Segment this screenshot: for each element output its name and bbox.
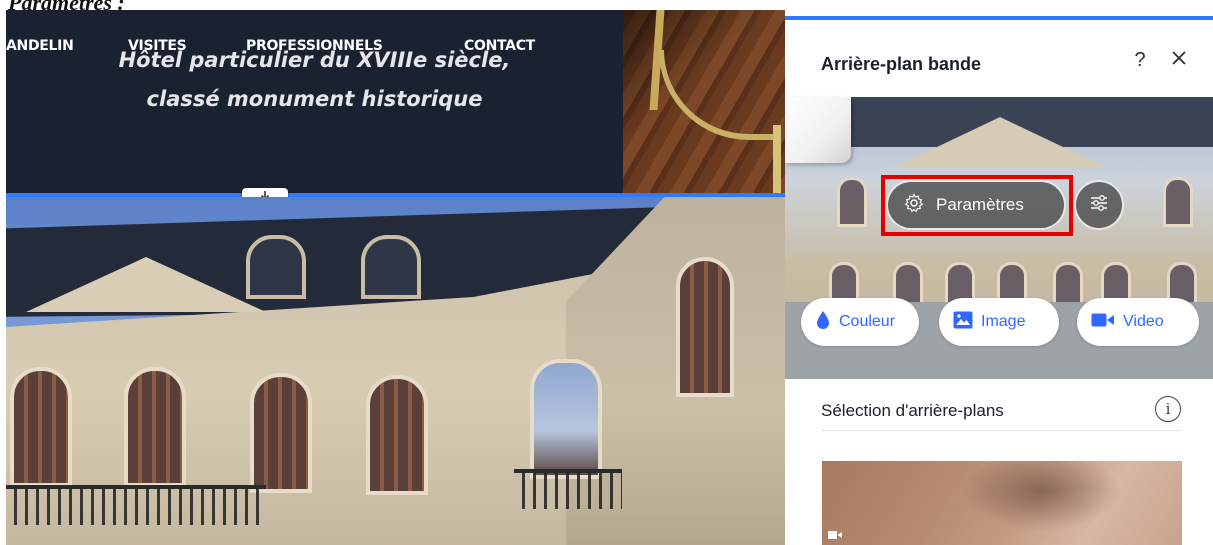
interior-photo xyxy=(623,10,785,195)
preview-window xyxy=(837,177,867,227)
color-option-button[interactable]: Couleur xyxy=(801,298,919,346)
settings-button-label: Paramètres xyxy=(936,195,1024,214)
drop-icon xyxy=(815,310,831,335)
window xyxy=(366,375,428,495)
balcony-railing xyxy=(6,485,266,525)
dormer-window xyxy=(361,235,421,299)
strip-background-panel: Arrière-plan bande ? Paramètres Couleur … xyxy=(785,16,1213,545)
building-photo[interactable] xyxy=(6,197,785,545)
adjust-button[interactable] xyxy=(1074,180,1124,230)
hero-title-line-1: Hôtel particulier du XVIIIe siècle, xyxy=(118,48,511,72)
backgrounds-section-title: Sélection d'arrière-plans xyxy=(821,401,1004,420)
panel-header: Arrière-plan bande ? xyxy=(785,20,1213,96)
window xyxy=(10,367,72,487)
window xyxy=(676,257,734,397)
video-option-button[interactable]: Video xyxy=(1077,298,1199,346)
info-icon[interactable]: i xyxy=(1155,396,1181,422)
settings-button[interactable]: Paramètres xyxy=(886,180,1066,230)
window xyxy=(124,367,186,487)
image-option-button[interactable]: Image xyxy=(939,298,1059,346)
section-divider xyxy=(821,430,1181,431)
dormer-window xyxy=(246,235,306,299)
close-icon xyxy=(1171,50,1187,71)
help-button[interactable]: ? xyxy=(1127,46,1153,74)
velvet-rope xyxy=(659,50,779,140)
brass-stanchion xyxy=(773,125,781,195)
image-icon xyxy=(953,311,973,334)
video-badge-icon xyxy=(828,527,842,545)
gear-icon xyxy=(904,192,924,218)
video-option-label: Video xyxy=(1123,313,1164,330)
balcony-railing xyxy=(514,469,622,509)
page-curl-corner[interactable] xyxy=(785,97,851,163)
image-option-label: Image xyxy=(981,313,1026,330)
video-icon xyxy=(1091,312,1115,333)
sliders-icon xyxy=(1088,192,1110,219)
background-thumbnail[interactable] xyxy=(822,461,1182,545)
thumbnail-leaf-shadow xyxy=(962,461,1122,531)
window xyxy=(530,359,602,479)
window xyxy=(250,373,312,493)
color-option-label: Couleur xyxy=(839,313,896,330)
close-button[interactable] xyxy=(1165,46,1193,74)
preview-window xyxy=(1163,177,1193,227)
panel-title: Arrière-plan bande xyxy=(821,54,982,74)
hero-title-line-2: classé monument historique xyxy=(146,87,483,111)
